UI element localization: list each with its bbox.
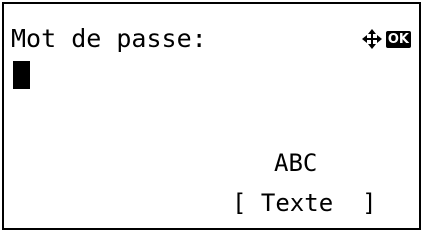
password-label: Mot de passe: [11,24,207,53]
input-mode-indicator: ABC [274,149,318,177]
lcd-panel: Mot de passe: OK ABC [ Texte ] [2,2,421,230]
ok-icon: OK [385,30,411,48]
four-way-arrow-icon [361,29,382,49]
softkey-label: Texte [260,189,334,217]
navigation-hint: OK [361,26,411,52]
softkey-open-bracket: [ [232,189,247,217]
text-softkey[interactable]: [ Texte ] [232,189,377,217]
password-input-cursor[interactable] [13,61,30,89]
softkey-close-bracket: ] [362,189,377,217]
